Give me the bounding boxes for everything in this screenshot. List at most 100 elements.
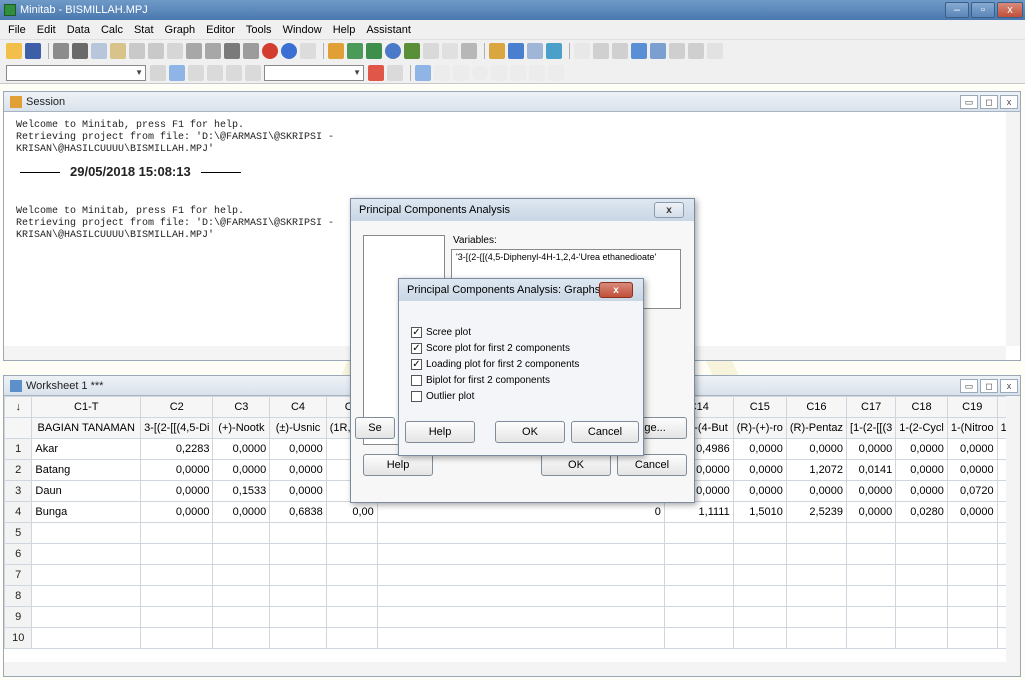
- update-graph-icon[interactable]: [546, 43, 562, 59]
- table-cell[interactable]: 0,0000: [846, 438, 897, 460]
- table-cell[interactable]: 0,0000: [895, 480, 948, 502]
- polyline-tool-icon[interactable]: [548, 64, 564, 81]
- table-cell[interactable]: 0,1533: [212, 480, 271, 502]
- redo-icon[interactable]: [148, 43, 164, 59]
- table-cell[interactable]: 2,5239: [785, 501, 848, 523]
- edit-last-dialog-icon[interactable]: [167, 43, 183, 59]
- copy-icon[interactable]: [91, 43, 107, 59]
- column-select-combo[interactable]: ▼: [264, 64, 364, 81]
- column-header[interactable]: C19: [946, 396, 998, 418]
- column-header[interactable]: C16: [785, 396, 848, 418]
- line-tool-icon[interactable]: [669, 43, 685, 59]
- table-cell[interactable]: 0,0000: [140, 480, 214, 502]
- table-cell[interactable]: 0,0000: [732, 438, 787, 460]
- draw-line-icon[interactable]: [188, 64, 204, 81]
- table-cell[interactable]: 0,0000: [732, 459, 787, 481]
- column-name-cell[interactable]: (R)-(+)-ro: [732, 417, 787, 439]
- table-cell[interactable]: 0,0000: [895, 438, 948, 460]
- loading-plot-checkbox[interactable]: ✓ Loading plot for first 2 components: [411, 359, 579, 370]
- session-window-icon[interactable]: [328, 43, 344, 59]
- table-cell[interactable]: Bunga: [31, 501, 142, 523]
- table-cell[interactable]: 0,0000: [269, 438, 327, 460]
- column-header[interactable]: C1-T: [31, 396, 142, 418]
- column-name-cell[interactable]: 1-(2-Cycl: [895, 417, 948, 439]
- replace-icon[interactable]: [243, 43, 259, 59]
- row-number[interactable]: 9: [4, 606, 33, 628]
- close-icon[interactable]: x: [599, 282, 633, 298]
- worksheet-vertical-scrollbar[interactable]: [1006, 396, 1020, 662]
- show-graphs-icon[interactable]: [489, 43, 505, 59]
- column-name-cell[interactable]: BAGIAN TANAMAN: [31, 417, 142, 439]
- formula-icon[interactable]: [574, 43, 590, 59]
- outlier-plot-checkbox[interactable]: Outlier plot: [411, 391, 474, 402]
- table-cell[interactable]: 1,1111: [663, 501, 734, 523]
- paste-icon[interactable]: [110, 43, 126, 59]
- set-id-variables-icon[interactable]: [612, 43, 628, 59]
- close-window-button[interactable]: x: [997, 2, 1023, 18]
- minimize-button[interactable]: ▭: [960, 95, 978, 109]
- table-cell[interactable]: 0,0000: [269, 459, 327, 481]
- table-cell[interactable]: 0,0000: [846, 501, 897, 523]
- menu-editor[interactable]: Editor: [206, 24, 235, 36]
- print-icon[interactable]: [53, 43, 69, 59]
- row-number[interactable]: 5: [4, 522, 33, 544]
- table-cell[interactable]: 0,6838: [269, 501, 327, 523]
- zoom-icon[interactable]: [387, 64, 403, 81]
- find-icon[interactable]: [224, 43, 240, 59]
- menu-window[interactable]: Window: [283, 24, 322, 36]
- menu-stat[interactable]: Stat: [134, 24, 154, 36]
- flag-icon[interactable]: [226, 64, 242, 81]
- crosshair-icon[interactable]: [207, 64, 223, 81]
- minimize-button[interactable]: ▭: [960, 379, 978, 393]
- table-cell[interactable]: 0,0720: [946, 480, 998, 502]
- menu-assistant[interactable]: Assistant: [366, 24, 411, 36]
- line-draw-icon[interactable]: [491, 64, 507, 81]
- maximize-window-button[interactable]: ▫: [971, 2, 995, 18]
- redo-graph-icon[interactable]: [707, 43, 723, 59]
- delete-x-icon[interactable]: [368, 64, 384, 81]
- graph-column-icon[interactable]: [631, 43, 647, 59]
- undo-icon[interactable]: [129, 43, 145, 59]
- table-cell[interactable]: 0,0000: [946, 459, 998, 481]
- polygon-tool-icon[interactable]: [529, 64, 545, 81]
- row-number[interactable]: 10: [4, 627, 33, 649]
- table-cell[interactable]: 0,00: [325, 501, 378, 523]
- row-number[interactable]: 8: [4, 585, 33, 607]
- column-header[interactable]: C15: [732, 396, 787, 418]
- column-header[interactable]: C4: [269, 396, 327, 418]
- column-name-cell[interactable]: (R)-Pentaz: [785, 417, 848, 439]
- insert-rows-icon[interactable]: [186, 43, 202, 59]
- cancel-command-icon[interactable]: [262, 43, 278, 59]
- graphs-cancel-button[interactable]: Cancel: [571, 421, 639, 443]
- table-cell[interactable]: 0,0000: [140, 459, 214, 481]
- table-cell[interactable]: 0,2283: [140, 438, 214, 460]
- maximize-button[interactable]: ◻: [980, 379, 998, 393]
- select-tool-icon[interactable]: [169, 64, 185, 81]
- related-documents-icon[interactable]: [461, 43, 477, 59]
- table-cell[interactable]: 0,0000: [212, 438, 271, 460]
- help-icon[interactable]: [281, 43, 297, 59]
- column-name-cell[interactable]: [1-(2-[[(3: [846, 417, 897, 439]
- table-cell[interactable]: 0,0000: [212, 501, 271, 523]
- text-tool-icon[interactable]: [434, 64, 450, 81]
- open-project-icon[interactable]: [6, 43, 22, 59]
- info-window-icon[interactable]: [385, 43, 401, 59]
- table-cell[interactable]: 0,0141: [846, 459, 897, 481]
- scree-plot-checkbox[interactable]: ✓ Scree plot: [411, 327, 471, 338]
- menu-tools[interactable]: Tools: [246, 24, 272, 36]
- item-select-combo[interactable]: ▼: [6, 64, 146, 81]
- column-name-cell[interactable]: 3-[(2-[[(4,5-Di: [140, 417, 214, 439]
- table-cell[interactable]: 0,0000: [846, 480, 897, 502]
- menu-edit[interactable]: Edit: [37, 24, 56, 36]
- pca-select-button[interactable]: Se: [355, 417, 395, 439]
- table-cell[interactable]: 1,5010: [732, 501, 787, 523]
- save-project-icon[interactable]: [25, 43, 41, 59]
- cut-icon[interactable]: [72, 43, 88, 59]
- worksheet-icon[interactable]: [347, 43, 363, 59]
- report-pad-icon[interactable]: [442, 43, 458, 59]
- row-number[interactable]: 3: [4, 480, 33, 502]
- graphs-help-button[interactable]: Help: [405, 421, 475, 443]
- table-cell[interactable]: 0,0000: [946, 501, 998, 523]
- brush-mode-icon[interactable]: [150, 64, 166, 81]
- table-cell[interactable]: 0,0000: [895, 459, 948, 481]
